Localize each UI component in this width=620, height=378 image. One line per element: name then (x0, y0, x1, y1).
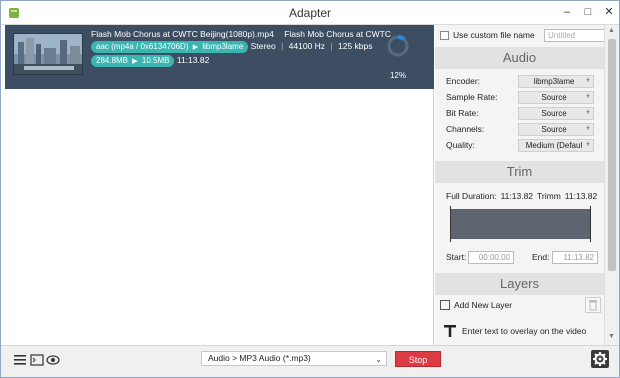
quality-row: Quality: Medium (Defaul ▼ (446, 139, 602, 152)
progress-spinner-icon (387, 35, 409, 57)
full-duration-value: 11:13.82 (500, 191, 534, 201)
text-layer-item[interactable]: Enter text to overlay on the video (440, 323, 600, 343)
chevron-down-icon: ▼ (585, 78, 591, 84)
chevron-down-icon: ▼ (585, 110, 591, 116)
conversion-queue: Flash Mob Chorus at CWTC Beijing(1080p).… (5, 25, 434, 345)
app-window: Adapter – □ ✕ Flash Mob Chorus at CWTC B… (0, 0, 620, 378)
output-format-select[interactable]: Audio > MP3 Audio (*.mp3) ⌄ (201, 351, 387, 366)
trimmed-label: Trimm (537, 191, 561, 201)
trash-icon (589, 300, 597, 311)
chevron-down-icon: ▼ (585, 126, 591, 132)
video-thumbnail (13, 33, 83, 75)
gear-icon (593, 352, 607, 366)
size-row: 284.8MB ▶ 10.5MB 11:13.82 (91, 55, 209, 67)
custom-file-name-checkbox[interactable] (440, 31, 449, 40)
text-tool-icon (444, 325, 456, 337)
arrow-right-icon: ▶ (132, 58, 138, 65)
duration-value: 11:13.82 (176, 55, 210, 65)
minimize-button[interactable]: – (557, 4, 577, 20)
sample-rate-row: Sample Rate: Source ▼ (446, 91, 602, 104)
trim-section-header[interactable]: Trim (435, 161, 604, 183)
chevron-down-icon: ▼ (585, 142, 591, 148)
channels-row: Channels: Source ▼ (446, 123, 602, 136)
file-title-row: Flash Mob Chorus at CWTC Beijing(1080p).… (91, 29, 391, 39)
encoder-label: Encoder: (446, 76, 481, 86)
encoder-row: Encoder: libmp3lame ▼ (446, 75, 602, 88)
sample-rate-label: Sample Rate: (446, 92, 498, 102)
window-title: Adapter (288, 6, 332, 20)
bit-rate-label: Bit Rate: (446, 108, 479, 118)
channels-value: Stereo (250, 41, 276, 51)
end-label: End: (532, 252, 550, 262)
custom-file-name-input[interactable]: Untitled (544, 29, 604, 42)
codec-badge: aac (mp4a / 0x6134706D) ▶ libmp3lame (91, 41, 249, 53)
output-format-value: Audio > MP3 Audio (*.mp3) (208, 353, 311, 363)
trimmed-value: 11:13.82 (564, 191, 598, 201)
separator: | (281, 41, 284, 51)
add-layer-label: Add New Layer (454, 300, 513, 310)
size-from: 284.8MB (96, 56, 129, 65)
separator: | (330, 41, 333, 51)
custom-file-name-label: Use custom file name (453, 30, 535, 40)
chevron-down-icon: ⌄ (375, 355, 382, 364)
settings-scrollbar[interactable]: ▲ ▼ (604, 25, 619, 345)
settings-button[interactable] (591, 350, 609, 368)
codec-from: aac (mp4a / 0x6134706D) (96, 42, 189, 51)
progress-percent: 12% (389, 71, 406, 80)
size-to: 10.5MB (141, 56, 170, 65)
scroll-down-icon[interactable]: ▼ (608, 333, 615, 340)
full-duration-label: Full Duration: (446, 191, 497, 201)
arrow-right-icon: ▶ (192, 44, 199, 51)
text-layer-label: Enter text to overlay on the video (462, 326, 587, 336)
chevron-down-icon: ▼ (585, 94, 591, 100)
bit-rate-select[interactable]: Source ▼ (518, 107, 594, 120)
output-file-name: Flash Mob Chorus at CWTC (284, 29, 391, 39)
trim-end-handle[interactable] (590, 206, 591, 242)
trim-info: Full Duration: 11:13.82 Trimm 11:13.82 (446, 191, 601, 201)
codec-to: libmp3lame (202, 42, 244, 51)
layers-section-header[interactable]: Layers (435, 273, 604, 295)
settings-panel: Use custom file name Untitled Audio Enco… (435, 25, 604, 345)
trim-start-handle[interactable] (450, 206, 451, 242)
scroll-up-icon[interactable]: ▲ (608, 27, 615, 34)
add-layer-icon (440, 300, 450, 310)
sample-rate-value: 44100 Hz (288, 41, 326, 51)
maximize-button[interactable]: □ (578, 4, 598, 20)
source-file-name: Flash Mob Chorus at CWTC Beijing(1080p).… (91, 29, 274, 39)
audio-section-header[interactable]: Audio (435, 47, 604, 69)
trim-waveform[interactable] (450, 206, 591, 242)
bottom-toolbar: Audio > MP3 Audio (*.mp3) ⌄ Stop (1, 345, 619, 377)
end-input[interactable]: 11:13.82 (552, 251, 598, 264)
size-badge: 284.8MB ▶ 10.5MB (91, 55, 175, 67)
quality-label: Quality: (446, 140, 475, 150)
bit-rate-row: Bit Rate: Source ▼ (446, 107, 602, 120)
channels-label: Channels: (446, 124, 485, 134)
close-button[interactable]: ✕ (599, 4, 619, 20)
start-input[interactable]: 00:00.00 (468, 251, 514, 264)
start-label: Start: (446, 252, 467, 262)
encoder-select[interactable]: libmp3lame ▼ (518, 75, 594, 88)
terminal-icon[interactable] (30, 354, 44, 366)
bitrate-value: 125 kbps (338, 41, 373, 51)
queue-item[interactable]: Flash Mob Chorus at CWTC Beijing(1080p).… (5, 25, 434, 89)
add-layer-button[interactable]: Add New Layer (440, 297, 512, 313)
codec-row: aac (mp4a / 0x6134706D) ▶ libmp3lame Ste… (91, 41, 373, 53)
preview-eye-icon[interactable] (46, 354, 60, 366)
layer-buttons: Add New Layer (440, 297, 601, 315)
custom-file-name-row: Use custom file name Untitled (440, 29, 604, 43)
sample-rate-select[interactable]: Source ▼ (518, 91, 594, 104)
scroll-thumb[interactable] (608, 39, 616, 271)
title-bar: Adapter – □ ✕ (1, 1, 619, 25)
delete-layer-button[interactable] (585, 297, 601, 313)
menu-icon[interactable] (13, 354, 27, 366)
stop-button[interactable]: Stop (395, 351, 441, 367)
channels-select[interactable]: Source ▼ (518, 123, 594, 136)
quality-select[interactable]: Medium (Defaul ▼ (518, 139, 594, 152)
trim-fields: Start: 00:00.00 End: 11:13.82 (446, 251, 604, 264)
